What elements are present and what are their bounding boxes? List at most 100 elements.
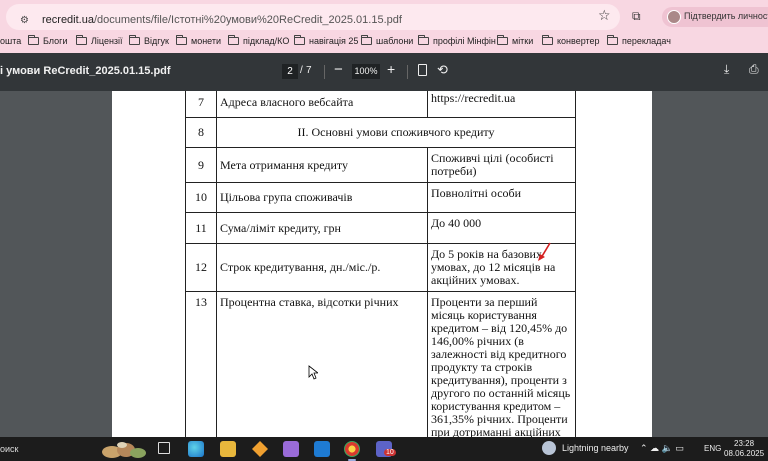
download-icon[interactable]: ⤓ bbox=[724, 62, 729, 77]
toolbar-divider bbox=[407, 65, 408, 79]
clock[interactable]: 23:28 08.06.2025 bbox=[724, 439, 764, 459]
bookmark-label: мітки bbox=[512, 36, 534, 46]
row-name: Сума/ліміт кредиту, грн bbox=[216, 212, 428, 244]
extensions-icon[interactable]: ⧉ bbox=[632, 9, 641, 24]
zoom-out-button[interactable]: − bbox=[334, 61, 343, 78]
bookmark-label: ошта bbox=[0, 36, 22, 46]
bookmark-folder[interactable]: монети bbox=[176, 35, 222, 46]
row-number: 12 bbox=[185, 243, 217, 292]
row-number: 7 bbox=[185, 91, 217, 118]
url-text[interactable]: recredit.ua/documents/file/Істотні%20умо… bbox=[42, 14, 402, 26]
search-highlight-icon bbox=[102, 442, 146, 458]
pdf-title: і умови ReCredit_2025.01.15.pdf bbox=[0, 65, 171, 77]
row-value: До 40 000 bbox=[427, 212, 576, 244]
bookmark-label: шаблони bbox=[376, 36, 414, 46]
bookmark-label: конвертер bbox=[557, 36, 600, 46]
avatar bbox=[667, 10, 681, 24]
mouse-cursor-icon bbox=[308, 365, 318, 380]
weather-icon bbox=[542, 441, 556, 455]
weather-text: Lightning nearby bbox=[562, 443, 629, 453]
bookmark-folder[interactable]: Блоги bbox=[28, 35, 68, 46]
outlook-icon[interactable] bbox=[314, 441, 330, 457]
folder-icon bbox=[129, 35, 140, 45]
app-icon[interactable] bbox=[283, 441, 299, 457]
taskbar-search[interactable]: оиск bbox=[0, 444, 18, 454]
bookmark-folder[interactable]: Ліцензії bbox=[76, 35, 123, 46]
folder-icon bbox=[228, 35, 239, 45]
page-number-input[interactable]: 2 bbox=[282, 64, 298, 79]
language-indicator[interactable]: ENG bbox=[704, 444, 721, 453]
task-view-icon[interactable] bbox=[158, 442, 170, 454]
section-heading: ІІ. Основні умови споживчого кредиту bbox=[216, 117, 576, 148]
table-row: 7 Адреса власного вебсайта https://recre… bbox=[185, 91, 576, 118]
bookmark-label: профілі Мінфін bbox=[433, 36, 496, 46]
file-explorer-icon[interactable] bbox=[220, 441, 236, 457]
page-total: 7 bbox=[306, 65, 312, 76]
bookmark-label: монети bbox=[191, 36, 222, 46]
bookmark-folder[interactable]: шаблони bbox=[361, 35, 414, 46]
edge-icon[interactable] bbox=[188, 441, 204, 457]
bookmark-folder[interactable]: підклад/КО bbox=[228, 35, 290, 46]
bookmark-folder[interactable]: перекладач bbox=[607, 35, 671, 46]
annotation-arrow-icon bbox=[538, 242, 551, 261]
profile-button[interactable]: Підтвердить личность bbox=[662, 7, 768, 27]
zoom-in-button[interactable]: + bbox=[387, 61, 395, 77]
table-row: 10 Цільова група споживачів Повнолітні о… bbox=[185, 182, 576, 213]
row-name: Процентна ставка, відсотки річних bbox=[216, 291, 428, 437]
bookmark-folder[interactable]: мітки bbox=[497, 35, 534, 46]
profile-label: Підтвердить личность bbox=[684, 11, 768, 21]
print-icon[interactable]: ⎙ bbox=[749, 62, 759, 77]
chrome-icon[interactable] bbox=[344, 441, 360, 461]
url-path: /documents/file/Істотні%20умови%20ReCred… bbox=[93, 14, 402, 26]
url-domain: recredit.ua bbox=[42, 14, 94, 26]
date: 08.06.2025 bbox=[724, 449, 765, 458]
table-row: 13 Процентна ставка, відсотки річних Про… bbox=[185, 291, 576, 437]
app-icon[interactable] bbox=[252, 441, 268, 457]
browser-chrome: ⚙ recredit.ua/documents/file/Істотні%20у… bbox=[0, 0, 768, 53]
row-value: Споживчі цілі (особисті потреби) bbox=[427, 147, 576, 183]
row-number: 11 bbox=[185, 212, 217, 244]
bookmark-label: перекладач bbox=[622, 36, 671, 46]
bookmark-label: навігація 25 bbox=[309, 36, 359, 46]
bookmark-label: Блоги bbox=[43, 36, 68, 46]
pdf-toolbar: і умови ReCredit_2025.01.15.pdf 2 / 7 − … bbox=[0, 53, 768, 91]
toolbar-divider bbox=[324, 65, 325, 79]
table-row: 9 Мета отримання кредиту Споживчі цілі (… bbox=[185, 147, 576, 183]
folder-icon bbox=[607, 35, 618, 45]
bookmark-label: Відгук bbox=[144, 36, 169, 46]
rotate-icon[interactable]: ⟲ bbox=[437, 62, 448, 78]
row-number: 13 bbox=[185, 291, 217, 437]
row-number: 8 bbox=[185, 117, 217, 148]
table-row: 12 Строк кредитування, дн./міс./р. До 5 … bbox=[185, 243, 576, 292]
bookmark-folder[interactable]: навігація 25 bbox=[294, 35, 359, 46]
folder-icon bbox=[542, 35, 553, 45]
row-name: Адреса власного вебсайта bbox=[216, 91, 428, 118]
fit-page-icon[interactable] bbox=[418, 64, 427, 76]
row-number: 10 bbox=[185, 182, 217, 213]
folder-icon bbox=[294, 35, 305, 45]
teams-badge: 10 bbox=[384, 449, 396, 456]
folder-icon bbox=[361, 35, 372, 45]
folder-icon bbox=[176, 35, 187, 45]
row-value: https://recredit.ua bbox=[427, 91, 576, 118]
folder-icon bbox=[76, 35, 87, 45]
bookmark-star-icon[interactable]: ☆ bbox=[598, 7, 611, 24]
bookmark-folder[interactable]: профілі Мінфін bbox=[418, 35, 496, 46]
bookmark-label: підклад/КО bbox=[243, 36, 290, 46]
site-info-icon[interactable]: ⚙ bbox=[20, 15, 29, 26]
system-tray[interactable]: ⌃ ☁ 🔈 ▭ bbox=[640, 443, 684, 454]
weather-widget[interactable]: Lightning nearby bbox=[542, 441, 629, 455]
bookmark-folder[interactable]: конвертер bbox=[542, 35, 600, 46]
bookmark-item[interactable]: ошта bbox=[0, 36, 21, 46]
row-name: Мета отримання кредиту bbox=[216, 147, 428, 183]
folder-icon bbox=[418, 35, 429, 45]
bookmarks-bar: ошта Блоги Ліцензії Відгук монети підкла… bbox=[0, 34, 768, 52]
zoom-input[interactable]: 100% bbox=[352, 64, 380, 79]
teams-icon[interactable]: 10 bbox=[376, 441, 396, 457]
conditions-table: 7 Адреса власного вебсайта https://recre… bbox=[185, 91, 576, 437]
address-bar[interactable]: ⚙ recredit.ua/documents/file/Істотні%20у… bbox=[6, 4, 620, 30]
table-row: 11 Сума/ліміт кредиту, грн До 40 000 bbox=[185, 212, 576, 244]
row-value: Проценти за перший місяць користування к… bbox=[427, 291, 576, 437]
bookmark-folder[interactable]: Відгук bbox=[129, 35, 169, 46]
taskbar: оиск 10 Lightning nearby ⌃ ☁ 🔈 ▭ ENG 23:… bbox=[0, 437, 768, 461]
